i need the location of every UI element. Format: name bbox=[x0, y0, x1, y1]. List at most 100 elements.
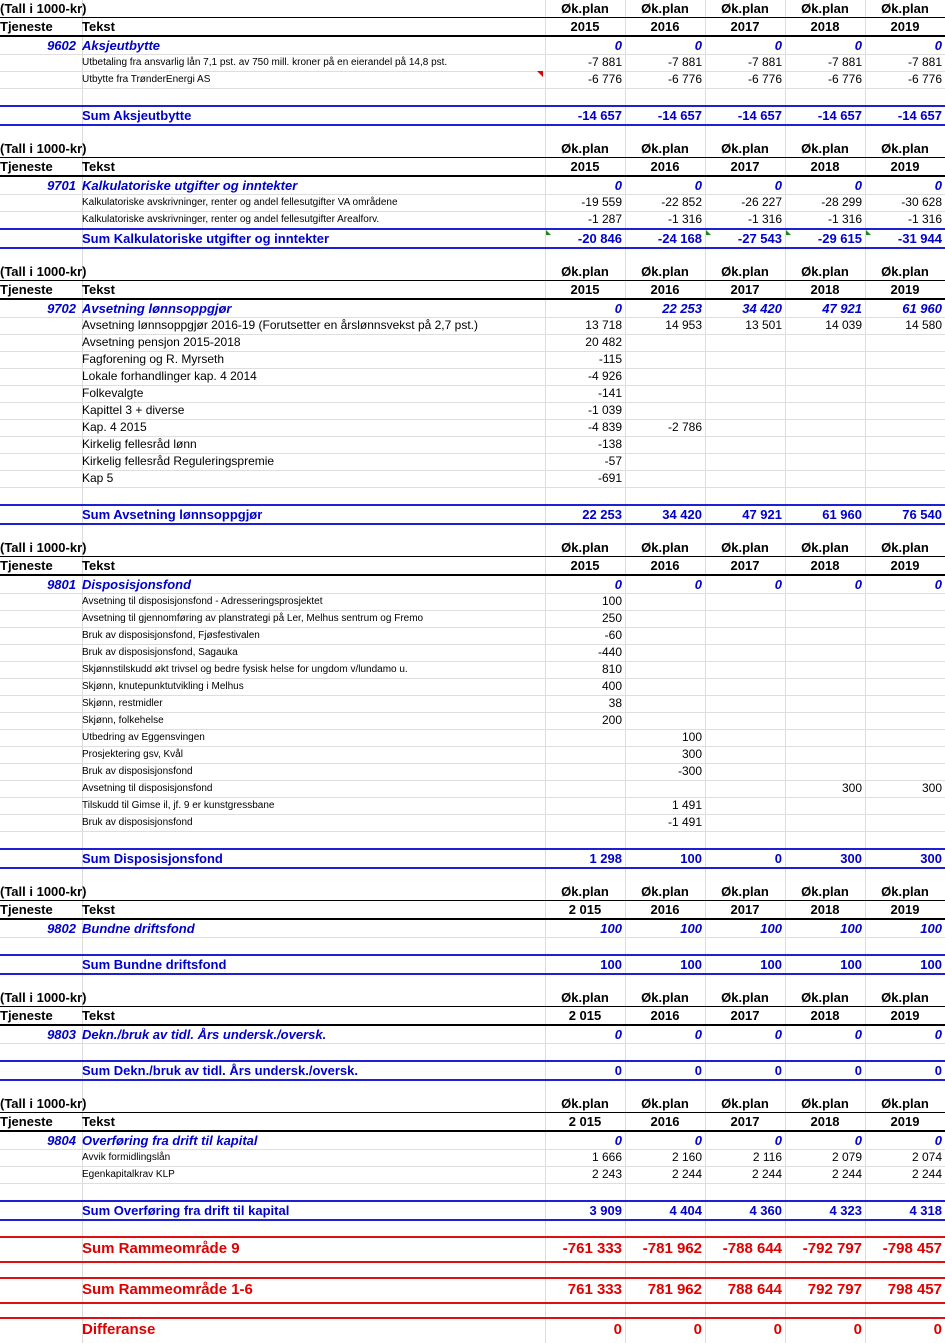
detail-value bbox=[705, 593, 785, 610]
sum-value: 34 420 bbox=[662, 507, 702, 522]
year-header: 2017 bbox=[730, 1114, 760, 1129]
detail-value: -7 881 bbox=[747, 55, 782, 69]
detail-value bbox=[865, 334, 945, 351]
sum-bottom-line bbox=[0, 1079, 945, 1081]
header-row-columns: Tjeneste Tekst 2015 2016 2017 2018 2019 bbox=[0, 281, 945, 298]
detail-text: Bruk av disposisjonsfond, Sagauka bbox=[82, 647, 238, 658]
section-total-value: 22 253 bbox=[662, 301, 702, 316]
section-total-value: 0 bbox=[854, 1027, 862, 1042]
detail-row: Folkevalgte -141 bbox=[0, 385, 945, 402]
year-header: 2016 bbox=[650, 1008, 680, 1023]
detail-value: -1 491 bbox=[667, 815, 702, 829]
detail-value bbox=[625, 334, 705, 351]
detail-value: 100 bbox=[681, 730, 702, 744]
detail-value: -19 559 bbox=[581, 195, 622, 209]
service-code: 9803 bbox=[47, 1027, 76, 1042]
detail-value bbox=[625, 368, 705, 385]
sum-value: 100 bbox=[680, 957, 702, 972]
formula-warning-icon[interactable] bbox=[706, 230, 711, 235]
sum-value: 4 404 bbox=[669, 1203, 702, 1218]
detail-value bbox=[705, 334, 785, 351]
detail-value bbox=[545, 746, 625, 763]
unit-label: (Tall i 1000-kr) bbox=[0, 264, 87, 279]
sum-value: -29 615 bbox=[817, 231, 862, 246]
comment-indicator-icon[interactable] bbox=[537, 71, 543, 77]
header-row-columns: Tjeneste Tekst 2015 2016 2017 2018 2019 bbox=[0, 18, 945, 35]
detail-value bbox=[625, 351, 705, 368]
detail-value bbox=[865, 729, 945, 746]
detail-value bbox=[865, 712, 945, 729]
detail-row: Kapittel 3 + diverse -1 039 bbox=[0, 402, 945, 419]
section-total-value: 47 921 bbox=[822, 301, 862, 316]
detail-value bbox=[705, 644, 785, 661]
formula-warning-icon[interactable] bbox=[866, 230, 871, 235]
grand-total-row: Sum Rammeområde 1-6 761 333 781 962 788 644… bbox=[0, 1279, 945, 1301]
detail-value bbox=[625, 712, 705, 729]
tjeneste-header: Tjeneste bbox=[0, 19, 53, 34]
plan-column-header: Øk.plan bbox=[641, 1, 689, 16]
tjeneste-header: Tjeneste bbox=[0, 1008, 53, 1023]
detail-text: Skjønn, folkehelse bbox=[82, 715, 164, 726]
sum-value: 0 bbox=[694, 1063, 702, 1078]
section-title-row: 9602 Aksjeutbytte 0 0 0 0 0 bbox=[0, 37, 945, 54]
detail-value: 250 bbox=[601, 611, 622, 625]
sum-row: Sum Aksjeutbytte -14 657 -14 657 -14 657 -14… bbox=[0, 107, 945, 124]
detail-value: 2 079 bbox=[831, 1150, 862, 1164]
sum-bottom-line bbox=[0, 1219, 945, 1221]
section-title: Disposisjonsfond bbox=[82, 577, 192, 592]
year-header: 2015 bbox=[570, 558, 600, 573]
detail-value bbox=[705, 780, 785, 797]
grand-total-value: 761 333 bbox=[567, 1281, 622, 1298]
detail-value: -115 bbox=[598, 352, 622, 366]
sum-label: Sum Kalkulatoriske utgifter og inntekter bbox=[82, 231, 330, 246]
section-total-value: 34 420 bbox=[742, 301, 782, 316]
detail-value bbox=[865, 593, 945, 610]
plan-column-header: Øk.plan bbox=[561, 1, 609, 16]
header-row-unit: (Tall i 1000-kr) Øk.plan Øk.plan Øk.plan Øk.… bbox=[0, 0, 945, 17]
year-header: 2019 bbox=[890, 902, 920, 917]
sum-value: 300 bbox=[840, 851, 862, 866]
detail-value: -6 776 bbox=[587, 72, 622, 86]
detail-text: Utbedring av Eggensvingen bbox=[82, 732, 205, 743]
tjeneste-header: Tjeneste bbox=[0, 282, 53, 297]
formula-warning-icon[interactable] bbox=[546, 230, 551, 235]
sum-value: -14 657 bbox=[897, 108, 942, 123]
detail-row: Avsetning til disposisjonsfond - Adresse… bbox=[0, 593, 945, 610]
detail-value bbox=[705, 695, 785, 712]
year-header: 2017 bbox=[730, 282, 760, 297]
detail-value: 13 718 bbox=[585, 318, 622, 332]
unit-label: (Tall i 1000-kr) bbox=[0, 540, 87, 555]
detail-value bbox=[865, 470, 945, 487]
year-header: 2018 bbox=[810, 1008, 840, 1023]
detail-value bbox=[545, 797, 625, 814]
section-title-row: 9801 Disposisjonsfond 0 0 0 0 0 bbox=[0, 576, 945, 593]
section-title: Aksjeutbytte bbox=[82, 38, 161, 53]
sum-label: Sum Bundne driftsfond bbox=[82, 957, 227, 972]
year-header: 2019 bbox=[890, 19, 920, 34]
detail-text: Tilskudd til Gimse il, jf. 9 er kunstgre… bbox=[82, 800, 275, 811]
plan-column-header: Øk.plan bbox=[801, 540, 849, 555]
sum-value: -27 543 bbox=[737, 231, 782, 246]
grand-total-value: 781 962 bbox=[647, 1281, 702, 1298]
detail-value: -22 852 bbox=[661, 195, 702, 209]
plan-column-header: Øk.plan bbox=[721, 264, 769, 279]
sum-value: 300 bbox=[920, 851, 942, 866]
section-total-value: 0 bbox=[694, 1133, 702, 1148]
detail-row: Skjønn, restmidler 38 bbox=[0, 695, 945, 712]
header-row-columns: Tjeneste Tekst 2 015 2016 2017 2018 2019 bbox=[0, 1007, 945, 1024]
detail-value bbox=[705, 470, 785, 487]
detail-value bbox=[625, 402, 705, 419]
year-header: 2015 bbox=[570, 19, 600, 34]
detail-value bbox=[785, 470, 865, 487]
detail-value bbox=[705, 763, 785, 780]
year-header: 2 015 bbox=[568, 1114, 602, 1129]
detail-text: Avsetning til gjennomføring av planstrat… bbox=[82, 613, 424, 624]
sum-row: Sum Dekn./bruk av tidl. Års undersk./ove… bbox=[0, 1062, 945, 1079]
detail-value bbox=[785, 610, 865, 627]
grand-total-value: 798 457 bbox=[887, 1281, 942, 1298]
tjeneste-header: Tjeneste bbox=[0, 558, 53, 573]
sum-bottom-line bbox=[0, 124, 945, 126]
formula-warning-icon[interactable] bbox=[786, 230, 791, 235]
detail-row: Skjønnstilskudd økt trivsel og bedre fys… bbox=[0, 661, 945, 678]
plan-column-header: Øk.plan bbox=[641, 1096, 689, 1111]
